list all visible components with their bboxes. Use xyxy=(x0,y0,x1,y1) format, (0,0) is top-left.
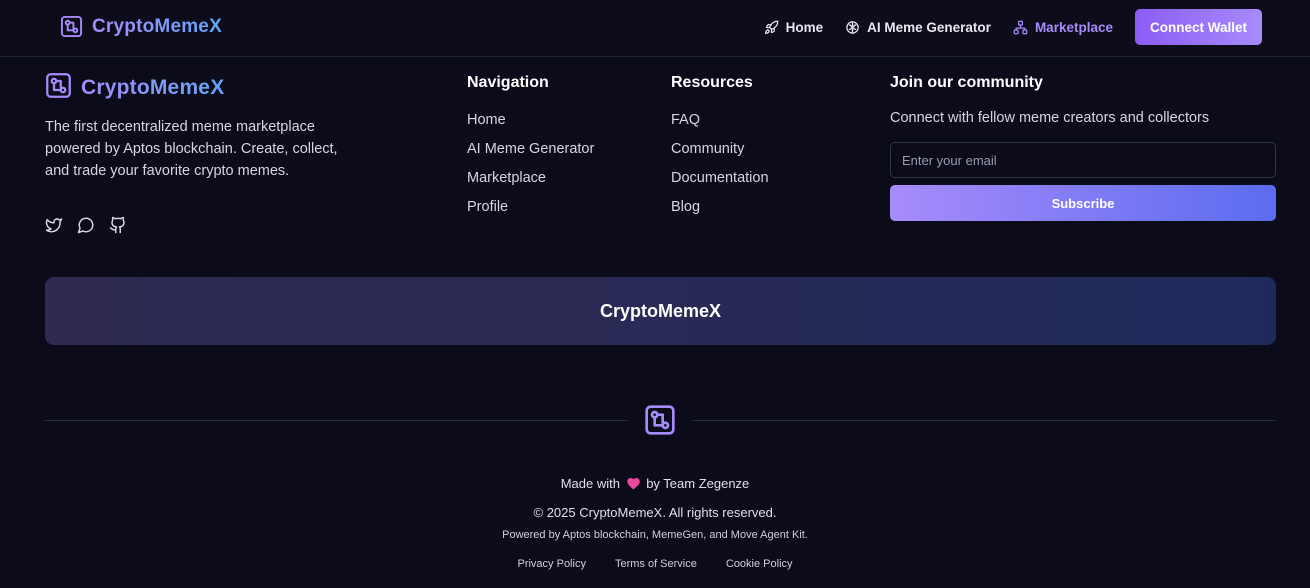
footer-link-faq[interactable]: FAQ xyxy=(671,112,769,141)
footer-navigation: Navigation Home AI Meme Generator Market… xyxy=(467,74,594,228)
cookie-policy-link[interactable]: Cookie Policy xyxy=(726,558,793,570)
footer-brand-name: CryptoMemeX xyxy=(81,76,225,99)
powered-by-text: Powered by Aptos blockchain, MemeGen, an… xyxy=(502,529,808,541)
footer-link-profile[interactable]: Profile xyxy=(467,199,594,228)
footer-link-home[interactable]: Home xyxy=(467,112,594,141)
subscribe-button[interactable]: Subscribe xyxy=(890,185,1276,221)
footer-link-blog[interactable]: Blog xyxy=(671,199,769,228)
brand-name: CryptoMemeX xyxy=(92,15,222,37)
terms-of-service-link[interactable]: Terms of Service xyxy=(615,558,697,570)
heart-icon xyxy=(626,476,641,493)
social-links xyxy=(45,216,127,234)
rocket-icon xyxy=(764,20,779,35)
connect-wallet-button[interactable]: Connect Wallet xyxy=(1134,9,1262,45)
brand-banner: CryptoMemeX xyxy=(45,277,1276,345)
made-with-suffix: by Team Zegenze xyxy=(646,476,750,491)
divider-line-right xyxy=(693,420,1276,421)
nav-home-label: Home xyxy=(785,19,824,35)
nav-ai-meme-generator-label: AI Meme Generator xyxy=(867,19,991,35)
circuit-logo-icon xyxy=(60,15,83,38)
copyright-text: © 2025 CryptoMemeX. All rights reserved. xyxy=(533,505,777,520)
nav-marketplace-label: Marketplace xyxy=(1034,19,1113,35)
footer-resources: Resources FAQ Community Documentation Bl… xyxy=(671,74,769,228)
top-navbar: CryptoMemeX Home AI Meme Generator Marke… xyxy=(0,0,1310,57)
footer-brand[interactable]: CryptoMemeX xyxy=(45,72,224,104)
footer-community: Join our community Connect with fellow m… xyxy=(890,74,1276,221)
brain-icon xyxy=(845,20,860,35)
footer-link-ai-meme-generator[interactable]: AI Meme Generator xyxy=(467,141,594,170)
navigation-heading: Navigation xyxy=(467,74,549,91)
footer-link-documentation[interactable]: Documentation xyxy=(671,170,769,199)
circuit-logo-icon xyxy=(45,72,72,104)
footer-description: The first decentralized meme marketplace… xyxy=(45,119,338,179)
banner-title: CryptoMemeX xyxy=(599,300,722,321)
privacy-policy-link[interactable]: Privacy Policy xyxy=(517,558,585,570)
email-input[interactable] xyxy=(890,142,1276,178)
divider-line-left xyxy=(45,420,627,421)
footer-link-community[interactable]: Community xyxy=(671,141,769,170)
network-icon xyxy=(1013,20,1028,35)
made-with-prefix: Made with xyxy=(560,476,620,491)
footer-link-marketplace[interactable]: Marketplace xyxy=(467,170,594,199)
circuit-logo-icon xyxy=(644,404,676,441)
chat-icon[interactable] xyxy=(77,216,95,234)
nav-marketplace[interactable]: Marketplace xyxy=(1013,9,1113,45)
nav-home[interactable]: Home xyxy=(764,9,824,45)
resources-heading: Resources xyxy=(671,74,753,91)
main-nav: Home AI Meme Generator Marketplace Conne… xyxy=(764,9,1262,45)
community-text: Connect with fellow meme creators and co… xyxy=(890,110,1210,126)
made-with-line: Made with by Team Zegenze xyxy=(0,476,1310,493)
legal-links: Privacy Policy Terms of Service Cookie P… xyxy=(0,558,1310,570)
brand-link[interactable]: CryptoMemeX xyxy=(60,15,222,38)
nav-ai-meme-generator[interactable]: AI Meme Generator xyxy=(845,9,991,45)
community-heading: Join our community xyxy=(890,74,1043,91)
twitter-icon[interactable] xyxy=(45,216,63,234)
github-icon[interactable] xyxy=(109,216,127,234)
